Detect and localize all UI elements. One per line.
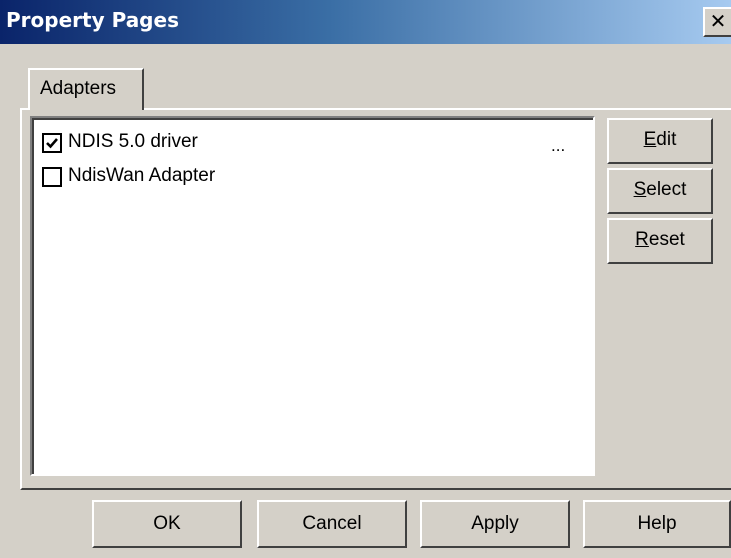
tab-adapters[interactable]: Adapters bbox=[28, 68, 144, 110]
reset-button-accelerator: R bbox=[635, 229, 649, 250]
edit-button-accelerator: E bbox=[643, 129, 657, 150]
adapter-label: NDIS 5.0 driver bbox=[68, 131, 198, 152]
edit-button[interactable]: Edit bbox=[607, 118, 713, 164]
apply-button[interactable]: Apply bbox=[420, 500, 570, 548]
ok-button-label: OK bbox=[153, 513, 181, 534]
window-title: Property Pages bbox=[6, 8, 179, 32]
select-button[interactable]: Select bbox=[607, 168, 713, 214]
check-mark-icon bbox=[46, 138, 58, 149]
cancel-button[interactable]: Cancel bbox=[257, 500, 407, 548]
reset-button-label: eset bbox=[648, 229, 685, 250]
cancel-button-label: Cancel bbox=[302, 513, 362, 534]
edit-button-label: dit bbox=[656, 129, 677, 150]
select-button-label: elect bbox=[646, 179, 687, 200]
adapter-checkbox-checked[interactable] bbox=[42, 133, 62, 153]
tab-adapters-label: Adapters bbox=[40, 78, 117, 99]
select-button-accelerator: S bbox=[633, 179, 647, 200]
reset-button[interactable]: Reset bbox=[607, 218, 713, 264]
apply-button-label: Apply bbox=[471, 513, 519, 534]
close-icon: ✕ bbox=[709, 9, 727, 33]
close-button[interactable]: ✕ bbox=[703, 7, 731, 37]
help-button[interactable]: Help bbox=[583, 500, 731, 548]
ok-button[interactable]: OK bbox=[92, 500, 242, 548]
adapter-label: NdisWan Adapter bbox=[68, 165, 216, 186]
more-indicator: ... bbox=[551, 136, 566, 155]
title-bar[interactable]: Property Pages ✕ bbox=[0, 0, 731, 44]
help-button-label: Help bbox=[637, 513, 677, 534]
adapter-checkbox-unchecked[interactable] bbox=[42, 167, 62, 187]
